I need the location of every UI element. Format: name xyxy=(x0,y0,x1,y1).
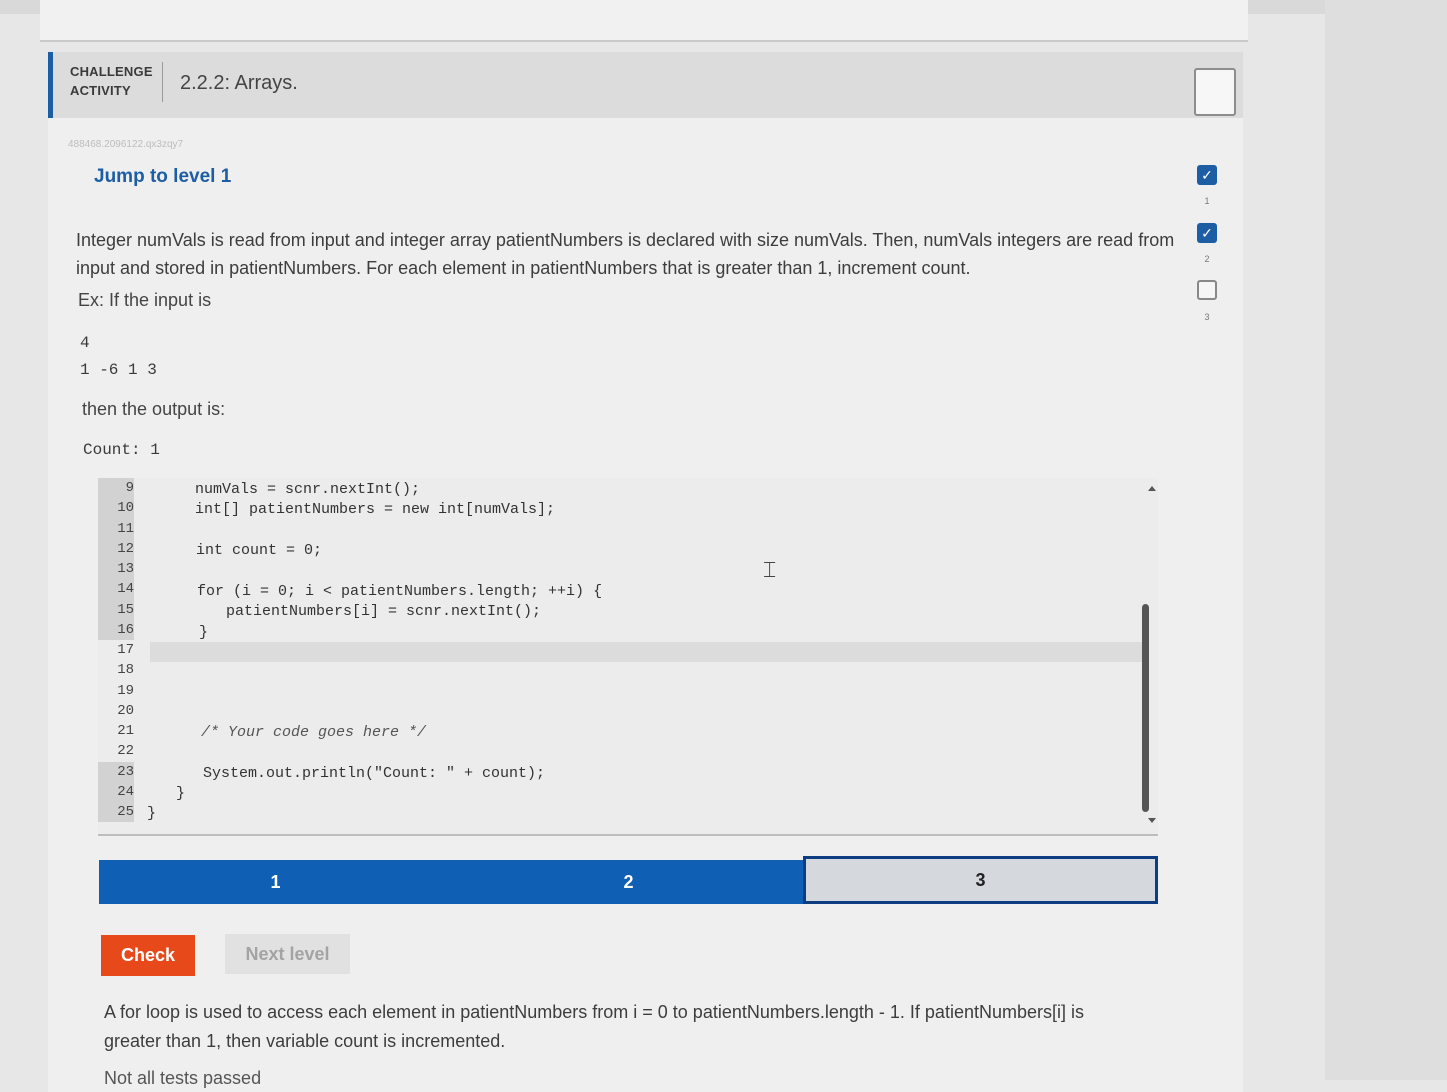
code-line: } xyxy=(199,624,209,641)
check-button[interactable]: Check xyxy=(101,935,195,976)
challenge-card: CHALLENGE ACTIVITY 2.2.2: Arrays. 488468… xyxy=(48,52,1243,1092)
code-line: numVals = scnr.nextInt(); xyxy=(195,481,421,498)
level-number: 3 xyxy=(1204,312,1210,322)
challenge-label-line2: ACTIVITY xyxy=(70,83,131,98)
example-intro: Ex: If the input is xyxy=(78,290,212,310)
level-progress-bar: 1 2 3 xyxy=(99,856,1158,904)
text-cursor-icon: ⌶ xyxy=(763,558,777,583)
example-then-text: then the output is: xyxy=(82,399,226,419)
code-area[interactable]: numVals = scnr.nextInt(); int[] patientN… xyxy=(98,478,1138,834)
bookmark-icon[interactable] xyxy=(1194,68,1236,116)
example-output: Count: 1 xyxy=(83,441,160,459)
code-line: int[] patientNumbers = new int[numVals]; xyxy=(195,501,556,518)
level-number: 2 xyxy=(1204,254,1210,264)
header-divider xyxy=(162,62,163,102)
code-line: } xyxy=(147,805,157,822)
code-line: int count = 0; xyxy=(196,542,323,559)
challenge-activity-label: CHALLENGE ACTIVITY xyxy=(70,62,153,100)
header-accent xyxy=(48,52,53,118)
example-input-line1: 4 xyxy=(80,334,90,352)
activity-title: 2.2.2: Arrays. xyxy=(180,72,298,94)
progress-segment-1[interactable]: 1 xyxy=(99,860,452,904)
code-line: for (i = 0; i < patientNumbers.length; +… xyxy=(197,583,603,600)
explanation-text: A for loop is used to access each elemen… xyxy=(104,1002,1084,1051)
code-line: patientNumbers[i] = scnr.nextInt(); xyxy=(226,603,542,620)
code-editor[interactable]: 9 10 11 12 13 14 15 16 17 18 19 20 21 22… xyxy=(98,478,1158,836)
level-1-checkbox-icon[interactable]: ✓ xyxy=(1197,165,1217,185)
level-number: 1 xyxy=(1204,196,1210,206)
scroll-down-arrow-icon[interactable] xyxy=(1148,818,1156,823)
progress-segment-2[interactable]: 2 xyxy=(452,860,805,904)
next-level-button[interactable]: Next level xyxy=(225,934,350,974)
code-comment: /* Your code goes here */ xyxy=(201,724,427,741)
level-2-checkbox-icon[interactable]: ✓ xyxy=(1197,223,1217,243)
level-navigator: ✓ 1 ✓ 2 3 xyxy=(1190,160,1224,340)
activity-header: CHALLENGE ACTIVITY 2.2.2: Arrays. xyxy=(48,52,1243,118)
right-margin xyxy=(1325,0,1447,1080)
activity-id: 488468.2096122.qx3zqy7 xyxy=(68,139,184,150)
scroll-up-arrow-icon[interactable] xyxy=(1148,486,1156,491)
jump-to-level-link[interactable]: Jump to level 1 xyxy=(94,166,231,188)
code-line: System.out.println("Count: " + count); xyxy=(203,765,546,782)
scroll-thumb[interactable] xyxy=(1142,604,1149,812)
challenge-label-line1: CHALLENGE xyxy=(70,64,153,79)
top-bar xyxy=(40,0,1248,42)
instructions-text: Integer numVals is read from input and i… xyxy=(76,230,1175,278)
test-status: Not all tests passed xyxy=(104,1068,262,1088)
example-input-line2: 1 -6 1 3 xyxy=(80,361,157,379)
progress-segment-3[interactable]: 3 xyxy=(803,856,1158,904)
level-3-checkbox-icon[interactable] xyxy=(1197,280,1217,300)
code-line: } xyxy=(176,785,186,802)
